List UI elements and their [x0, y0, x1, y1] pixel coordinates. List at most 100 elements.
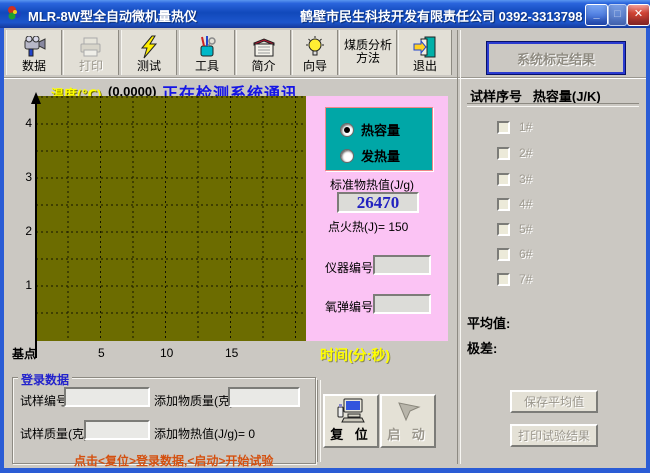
computer-icon [336, 398, 366, 424]
instrument-no-input[interactable] [373, 255, 431, 275]
radio-heat-capacity[interactable]: 热容量 [340, 120, 400, 139]
toolbar-button-test[interactable]: 测试 [121, 30, 177, 75]
x-origin-label: 基点 [12, 345, 36, 362]
sample-label: 2# [519, 146, 532, 160]
exit-icon [412, 34, 438, 60]
checkbox-icon[interactable] [497, 121, 510, 134]
save-average-button[interactable]: 保存平均值 [510, 390, 598, 413]
title-bar[interactable]: MLR-8W型全自动微机量热仪 鹤壁市民生科技开发有限责任公司 0392-331… [0, 0, 650, 28]
sample-label: 6# [519, 247, 532, 261]
radio-unselected-icon[interactable] [340, 149, 354, 163]
bomb-no-input[interactable] [373, 294, 431, 314]
application-window: MLR-8W型全自动微机量热仪 鹤壁市民生科技开发有限责任公司 0392-331… [0, 0, 650, 473]
additive-heat-label: 添加物热值(J/g)= 0 [154, 425, 255, 442]
login-groupbox-title: 登录数据 [18, 371, 72, 388]
chart-gridlines [36, 96, 306, 341]
y-tick: 3 [12, 170, 32, 184]
header-sample-no: 试样序号 [470, 89, 522, 104]
checkbox-icon[interactable] [497, 173, 510, 186]
toolbar-label: 简介 [251, 60, 275, 73]
radio-label: 发热量 [361, 146, 400, 165]
radio-calorific-value[interactable]: 发热量 [340, 146, 400, 165]
sample-checkbox-row: 5# [497, 222, 532, 236]
sample-checkbox-row: 6# [497, 247, 532, 261]
client-area: 数据 打印 测试 工具 [4, 28, 646, 468]
toolbar-button-data[interactable]: 数据 [6, 30, 62, 75]
minimize-button[interactable]: _ [585, 4, 608, 26]
sample-label: 1# [519, 120, 532, 134]
reset-button[interactable]: 复 位 [323, 394, 379, 448]
cursor-arrow-icon [393, 398, 423, 424]
y-tick: 2 [12, 224, 32, 238]
sample-label: 5# [519, 222, 532, 236]
sample-mass-label: 试样质量(克) [20, 425, 88, 442]
sample-label: 4# [519, 197, 532, 211]
vertical-divider [317, 380, 321, 462]
bomb-no-label: 氧弹编号 [325, 298, 373, 315]
toolbar-label: 煤质分析方法 [342, 39, 394, 65]
additive-mass-input[interactable] [228, 387, 300, 407]
y-tick: 1 [12, 278, 32, 292]
app-icon [6, 5, 23, 22]
header-heat-capacity: 热容量(J/K) [533, 89, 601, 104]
instrument-no-label: 仪器编号 [325, 259, 373, 276]
toolbar-label: 向导 [303, 60, 327, 73]
bulb-icon [303, 34, 327, 60]
radio-label: 热容量 [361, 120, 400, 139]
checkbox-icon[interactable] [497, 198, 510, 211]
window-title: MLR-8W型全自动微机量热仪 [28, 6, 197, 25]
tools-icon [194, 34, 220, 60]
toolbar-button-intro[interactable]: 简介 [236, 30, 291, 75]
sample-label: 3# [519, 172, 532, 186]
radio-selected-icon[interactable] [340, 123, 354, 137]
reset-button-label: 复 位 [330, 424, 372, 443]
range-label: 极差: [467, 338, 497, 357]
x-tick: 5 [98, 346, 105, 360]
hint-text: 点击<复位>登录数据,<启动>开始试验 [74, 452, 273, 469]
standard-heat-label: 标准物热值(J/g) [330, 176, 414, 193]
toolbar-button-tools[interactable]: 工具 [179, 30, 235, 75]
printer-icon [78, 34, 104, 60]
print-results-button[interactable]: 打印试验结果 [510, 424, 598, 447]
sample-label: 7# [519, 272, 532, 286]
checkbox-icon[interactable] [497, 248, 510, 261]
toolbar-label: 测试 [137, 60, 161, 73]
sample-checkbox-row: 2# [497, 146, 532, 160]
mode-select-box: 热容量 发热量 [325, 107, 433, 171]
sample-no-label: 试样编号 [20, 392, 68, 409]
toolbar-button-exit[interactable]: 退出 [398, 30, 452, 75]
standard-heat-input[interactable]: 26470 [337, 192, 419, 213]
toolbar-label: 工具 [195, 60, 219, 73]
ignition-heat-label: 点火热(J)= 150 [328, 218, 408, 235]
company-title: 鹤壁市民生科技开发有限责任公司 0392-3313798 [300, 6, 582, 25]
sample-checkbox-row: 7# [497, 272, 532, 286]
x-tick: 10 [160, 346, 173, 360]
checkbox-icon[interactable] [497, 273, 510, 286]
checkbox-icon[interactable] [497, 223, 510, 236]
sample-checkbox-row: 3# [497, 172, 532, 186]
chart-plot-area [36, 96, 306, 341]
sample-checkbox-row: 1# [497, 120, 532, 134]
maximize-button[interactable]: □ [608, 4, 627, 26]
average-label: 平均值: [467, 313, 510, 332]
x-axis-title: 时间(分:秒) [320, 345, 390, 365]
start-button[interactable]: 启 动 [380, 394, 436, 448]
close-button[interactable]: ✕ [627, 4, 650, 26]
toolbar-label: 打印 [79, 60, 103, 73]
camera-icon [21, 34, 47, 60]
sample-checkbox-row: 4# [497, 197, 532, 211]
sample-no-input[interactable] [64, 387, 150, 407]
lightning-icon [138, 34, 160, 60]
toolbar-button-coal-analysis[interactable]: 煤质分析方法 [339, 30, 397, 75]
toolbar-label: 数据 [22, 60, 46, 73]
calibration-title-button[interactable]: 系统标定结果 [487, 42, 625, 74]
y-tick: 4 [12, 116, 32, 130]
additive-mass-label: 添加物质量(克) [154, 392, 234, 409]
sample-mass-input[interactable] [84, 420, 150, 440]
toolbar-label: 退出 [413, 60, 437, 73]
toolbar-button-wizard[interactable]: 向导 [292, 30, 338, 75]
checkbox-icon[interactable] [497, 147, 510, 160]
toolbar-button-print[interactable]: 打印 [63, 30, 119, 75]
x-tick: 15 [225, 346, 238, 360]
header-underline [467, 103, 639, 107]
